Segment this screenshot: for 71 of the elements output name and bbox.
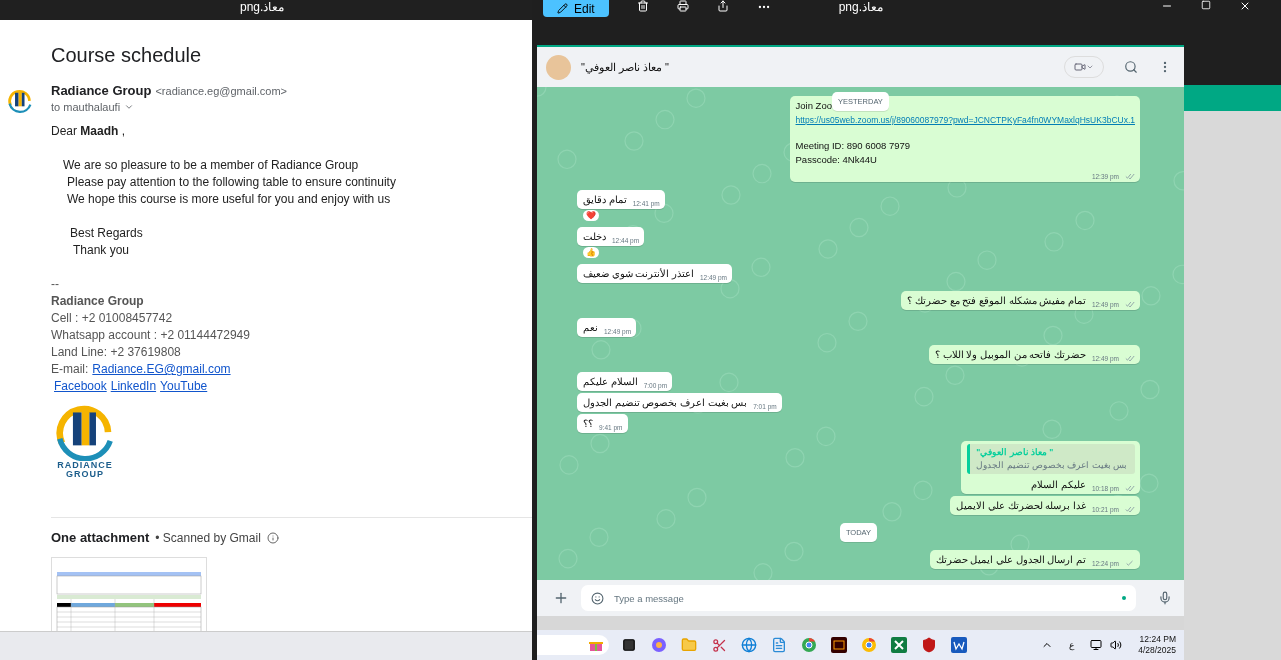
signature-company: Radiance Group (51, 293, 145, 310)
sender-address: <radiance.eg@gmail.com> (155, 85, 288, 97)
quoted-message[interactable]: "معاذ ناصر العوفي " بس بغيت اعرف بخصوص تنضيم الجدول (967, 444, 1135, 474)
message-text: Meeting ID: 890 6008 7979 (795, 139, 911, 153)
plus-icon[interactable] (553, 590, 569, 606)
caret-icon (1086, 63, 1094, 71)
body-line: We hope this course is more useful for you and enjoy with us (66, 191, 392, 208)
message-text: دخلت (583, 230, 606, 244)
clock[interactable]: 12:24 PM 4/28/2025 (1138, 634, 1176, 656)
reaction[interactable]: ❤ (583, 210, 599, 221)
social-link[interactable]: Facebook (54, 378, 107, 395)
trash-icon[interactable] (636, 0, 649, 12)
caret-icon (124, 102, 135, 112)
body-line: Please pay attention to the following table to ensure continuity (66, 174, 397, 191)
email-link[interactable]: Radiance.EG@gmail.com (92, 361, 231, 378)
signature-line: Land Line: +2 37619808 (51, 344, 182, 361)
video-icon (1074, 61, 1086, 73)
close-icon[interactable] (1239, 0, 1251, 12)
message-text: نعم (583, 321, 598, 335)
message-text: ؟؟ (583, 417, 593, 431)
message-link[interactable]: https://us05web.zoom.us/j/89060087979?pwd=JCNCTPKyFa4fn0WYMaxlqHsUK3bCUx.1 (795, 113, 1135, 127)
closing-line: Best Regards (69, 225, 144, 242)
message-text: تمام دقايق (583, 193, 627, 207)
file-name: png.معاذ (838, 0, 884, 16)
print-icon[interactable] (676, 0, 689, 12)
status-dot (1122, 596, 1126, 600)
attachment-thumbnail[interactable] (51, 557, 207, 631)
browser-icon[interactable] (739, 635, 759, 655)
recipient-button[interactable]: to mauthalaufi (51, 101, 288, 113)
scan-note: • Scanned by Gmail (155, 530, 261, 545)
quote-text: بس بغيت اعرف بخصوص تنضيم الجدول (976, 460, 1127, 470)
closing-line: Thank you (72, 242, 131, 259)
message-text: Join Zoo (795, 99, 832, 113)
edit-button[interactable]: Edit (543, 0, 609, 17)
share-icon[interactable] (716, 0, 729, 12)
microphone-icon[interactable] (1158, 591, 1172, 605)
message-text: تم ارسال الجدول علي ايميل حضرتك (935, 553, 1086, 567)
file-name: png.معاذ (240, 0, 285, 16)
email-label: E-mail: (51, 361, 89, 378)
spreadsheet-icon[interactable] (889, 635, 909, 655)
logo-text: GROUP (66, 470, 104, 479)
language-indicator[interactable]: ع (1069, 640, 1075, 650)
message-text: عليكم السلام (1031, 478, 1086, 492)
signature-separator: -- (51, 276, 60, 293)
logo-text: RADIANCE (57, 461, 113, 470)
greeting: Dear Maadh , (51, 123, 127, 140)
pencil-icon (557, 3, 568, 14)
search-field[interactable] (537, 635, 609, 655)
message-text: Passcode: 4Nk44U (795, 153, 877, 167)
email-subject: Course schedule (51, 44, 203, 67)
sender-name: Radiance Group (51, 83, 152, 98)
message-text: حضرتك فاتحه من الموبيل ولا اللاب ؟ (935, 348, 1086, 362)
sticker-icon[interactable] (591, 591, 604, 605)
search-icon[interactable] (1124, 60, 1138, 74)
quote-author: "معاذ ناصر العوفي " (976, 447, 1055, 457)
gift-icon (589, 639, 603, 651)
message-text: السلام عليكم (583, 375, 638, 389)
body-line: We are so pleasure to be a member of Radiance Group (62, 157, 360, 174)
info-icon[interactable] (266, 531, 279, 544)
social-link[interactable]: LinkedIn (110, 378, 157, 395)
social-link[interactable]: YouTube (160, 378, 208, 395)
maximize-icon[interactable] (1201, 0, 1211, 10)
message-text: غدا برسله لحضرتك علي الايميل (956, 499, 1086, 513)
attachments-title: One attachment (51, 530, 150, 545)
message-text: اعتذر الأنترنت شوي ضعيف (583, 267, 694, 281)
message-text: بس بغيت اعرف بخصوص تنضيم الجدول (583, 396, 748, 410)
message-text: تمام مفيش مشكله الموقع فتح مع حضرتك ؟ (907, 294, 1086, 308)
signature-line: Cell : +2 01008457742 (51, 310, 174, 327)
document-icon[interactable] (949, 635, 969, 655)
signature-line: Whatsapp account : +2 01144472949 (51, 327, 251, 344)
message-field[interactable]: Type a message (581, 585, 1136, 611)
